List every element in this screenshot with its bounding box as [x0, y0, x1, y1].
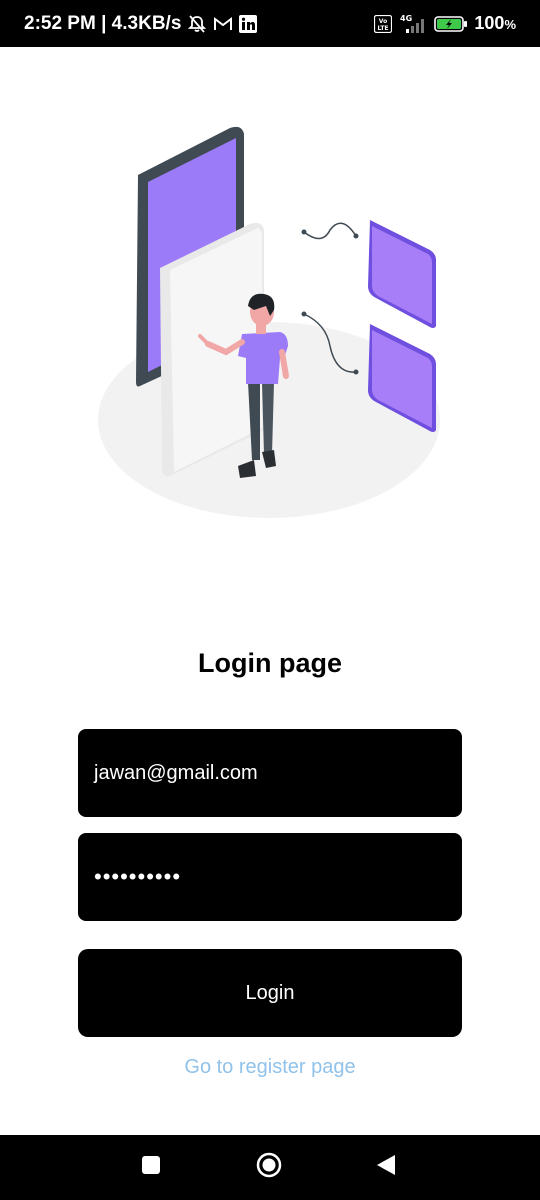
person-phone-illustration	[90, 120, 450, 530]
email-value: jawan@gmail.com	[94, 761, 258, 784]
login-button-label: Login	[245, 981, 295, 1004]
recents-button[interactable]	[121, 1135, 181, 1200]
navigation-bar	[0, 1135, 540, 1200]
status-time-speed: 2:52 PM | 4.3KB/s	[24, 12, 182, 34]
login-button[interactable]: Login	[78, 949, 462, 1037]
back-icon	[375, 1153, 397, 1182]
svg-text:4G: 4G	[400, 14, 412, 23]
mute-icon	[187, 14, 207, 34]
password-field[interactable]: ••••••••••	[78, 833, 462, 921]
battery-level: 100%	[474, 13, 516, 33]
signal-icon: 4G	[398, 13, 428, 35]
login-screen: 2:52 PM | 4.3KB/s Vo LTE 4G 100% Login p…	[0, 0, 540, 1200]
email-field[interactable]: jawan@gmail.com	[78, 729, 462, 817]
home-button[interactable]	[239, 1135, 299, 1200]
svg-text:Vo: Vo	[379, 18, 387, 25]
back-button[interactable]	[356, 1135, 416, 1200]
page-title: Login page	[198, 648, 342, 678]
recents-icon	[141, 1155, 161, 1180]
svg-text:LTE: LTE	[378, 25, 389, 32]
status-left: 2:52 PM | 4.3KB/s	[24, 0, 258, 47]
linkedin-icon	[239, 14, 258, 33]
gmail-icon	[213, 16, 233, 32]
password-value: ••••••••••	[94, 864, 182, 889]
status-right: Vo LTE 4G 100%	[374, 0, 516, 47]
home-icon	[256, 1152, 282, 1183]
battery-charging-icon	[434, 15, 468, 33]
register-link[interactable]: Go to register page	[0, 1056, 540, 1079]
status-bar: 2:52 PM | 4.3KB/s Vo LTE 4G 100%	[0, 0, 540, 47]
volte-icon: Vo LTE	[374, 14, 393, 33]
